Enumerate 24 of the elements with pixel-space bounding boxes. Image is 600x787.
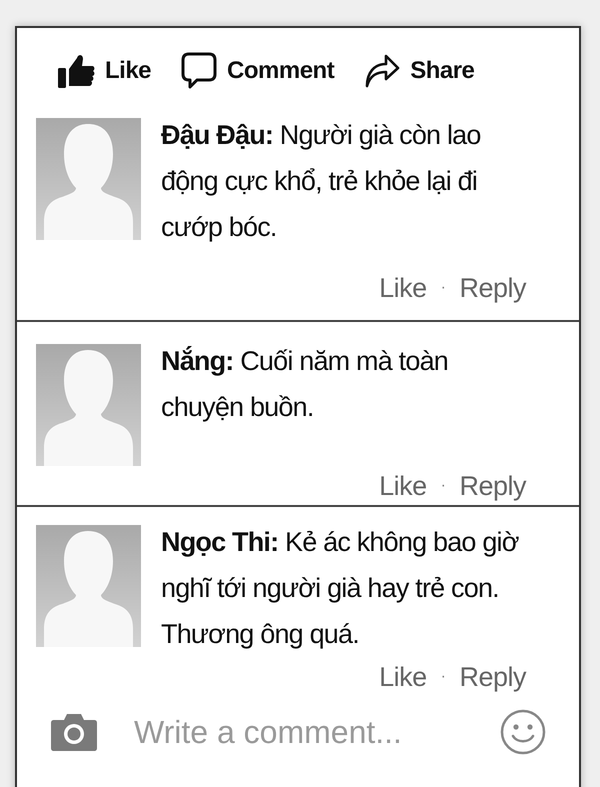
speech-bubble-icon: [181, 52, 218, 90]
comment-button[interactable]: Comment: [181, 52, 334, 90]
camera-icon: [50, 712, 98, 752]
smiley-icon: [500, 709, 546, 755]
like-link[interactable]: Like: [379, 657, 427, 698]
like-link[interactable]: Like: [379, 268, 427, 308]
like-button[interactable]: Like: [57, 53, 152, 89]
like-link[interactable]: Like: [379, 466, 427, 506]
separator-dot: ·: [440, 476, 446, 496]
avatar-placeholder-icon: [36, 344, 141, 466]
comment-text: Ngọc Thi: Kẻ ác không bao giờ nghĩ tới người già hay trẻ con. Thương ông quá.: [161, 526, 520, 651]
comment-text: Đậu Đậu: Người già còn lao động cực khổ, trẻ khỏe lại đi cướp bóc.: [161, 119, 482, 244]
separator-dot: ·: [440, 278, 446, 298]
reply-link[interactable]: Reply: [459, 268, 526, 308]
separator-dot: ·: [440, 667, 446, 688]
comment-text: Nắng: Cuối năm mà toàn chuyện buồn.: [161, 345, 450, 424]
thumbs-up-icon: [57, 53, 95, 89]
avatar-placeholder-icon: [36, 525, 141, 647]
share-arrow-icon: [364, 53, 400, 89]
reply-link[interactable]: Reply: [459, 466, 526, 506]
share-button[interactable]: Share: [364, 53, 474, 89]
comment-input[interactable]: Write a comment...: [134, 708, 464, 756]
reply-link[interactable]: Reply: [459, 657, 526, 698]
avatar-placeholder-icon: [36, 118, 141, 240]
